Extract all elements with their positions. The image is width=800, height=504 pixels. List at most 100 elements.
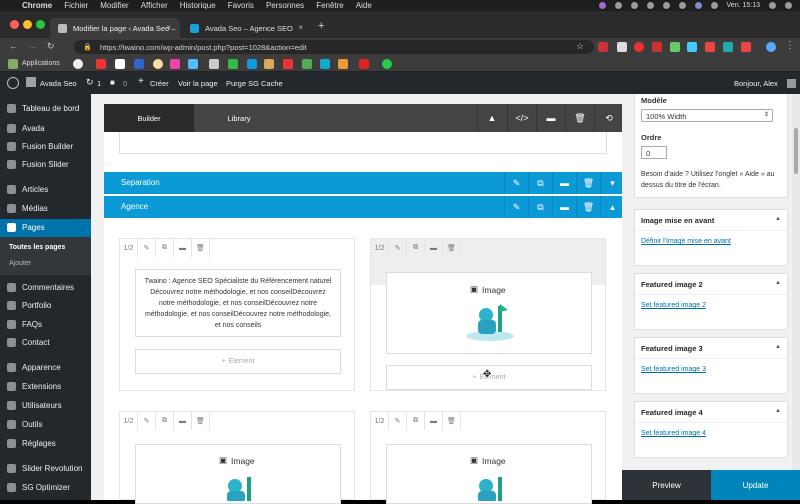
- notification-center-icon[interactable]: [785, 2, 792, 9]
- greeting[interactable]: Bonjour, Alex: [734, 79, 778, 88]
- clone-icon[interactable]: ⧉: [156, 239, 174, 257]
- sidebar-item-faqs[interactable]: FAQs: [0, 316, 91, 334]
- extension-icon[interactable]: [652, 42, 662, 52]
- plus-icon[interactable]: +: [138, 76, 144, 87]
- edit-icon[interactable]: ✎: [138, 239, 156, 257]
- clock[interactable]: Ven. 15:13: [727, 2, 760, 9]
- image-element[interactable]: ▣ Image: [135, 444, 341, 504]
- menu-aide[interactable]: Aide: [356, 1, 372, 10]
- sidebar-item-articles[interactable]: Articles: [0, 181, 91, 199]
- submenu-item[interactable]: Toutes les pages: [0, 244, 91, 251]
- extension-icon[interactable]: [741, 42, 751, 52]
- back-icon[interactable]: ←: [9, 41, 18, 51]
- edit-icon[interactable]: ✎: [504, 196, 528, 218]
- purge-cache-link[interactable]: Purge SG Cache: [226, 79, 283, 88]
- save-icon[interactable]: ▬: [425, 412, 443, 430]
- history-icon[interactable]: ⟲: [594, 104, 623, 132]
- image-element[interactable]: ▣ Image: [386, 272, 592, 354]
- new-content-link[interactable]: Créer: [150, 79, 169, 88]
- edit-icon[interactable]: ✎: [389, 412, 407, 430]
- scrollbar[interactable]: [792, 94, 800, 470]
- updates-icon[interactable]: ↻: [86, 77, 94, 88]
- save-template-icon[interactable]: ▬: [536, 104, 565, 132]
- close-window-icon[interactable]: [10, 20, 19, 29]
- set-featured-image-2-link[interactable]: Set featured image 2: [641, 302, 706, 309]
- bookmark-icon[interactable]: [264, 59, 274, 69]
- flag-icon[interactable]: [694, 2, 702, 9]
- column-size[interactable]: 1/2: [120, 239, 138, 257]
- tab-edit-page[interactable]: Modifier la page ‹ Avada Seo – ×: [50, 18, 180, 38]
- trash-icon[interactable]: 🗑: [443, 412, 461, 430]
- instagram-bookmark-icon[interactable]: [170, 59, 180, 69]
- edit-icon[interactable]: ✎: [138, 412, 156, 430]
- scrollbar-thumb[interactable]: [794, 128, 798, 174]
- menu-historique[interactable]: Historique: [180, 1, 216, 10]
- cloud-icon[interactable]: [646, 2, 654, 9]
- extension-icon[interactable]: [687, 42, 697, 52]
- clone-icon[interactable]: ⧉: [156, 412, 174, 430]
- edit-icon[interactable]: ✎: [389, 239, 407, 257]
- save-icon[interactable]: ▬: [174, 239, 192, 257]
- wordpress-logo-icon[interactable]: [7, 77, 19, 89]
- column-size[interactable]: 1/2: [371, 412, 389, 430]
- twitter-bookmark-icon[interactable]: [188, 59, 198, 69]
- bookmark-icon[interactable]: [320, 59, 330, 69]
- collapse-all-icon[interactable]: ▲: [477, 104, 506, 132]
- text-element[interactable]: Twaino : Agence SEO Spécialiste du Référ…: [135, 269, 341, 337]
- youtube-bookmark-icon[interactable]: [96, 59, 106, 69]
- sidebar-item-outils[interactable]: Outils: [0, 416, 91, 434]
- spotlight-icon[interactable]: [769, 2, 776, 9]
- view-page-link[interactable]: Voir la page: [178, 79, 218, 88]
- clone-icon[interactable]: ⧉: [528, 196, 552, 218]
- status-dropbox-icon[interactable]: [630, 2, 638, 9]
- trash-icon[interactable]: 🗑: [192, 412, 210, 430]
- menu-personnes[interactable]: Personnes: [266, 1, 304, 10]
- extension-icon[interactable]: [617, 42, 627, 52]
- clone-icon[interactable]: ⧉: [407, 239, 425, 257]
- battery-icon[interactable]: [710, 2, 718, 9]
- collapse-icon[interactable]: ▲: [775, 216, 781, 222]
- comments-count[interactable]: 0: [123, 79, 127, 88]
- sidebar-item-sg-optimizer[interactable]: SG Optimizer: [0, 479, 91, 497]
- extension-icon[interactable]: [670, 42, 680, 52]
- minimize-window-icon[interactable]: [23, 20, 32, 29]
- trash-icon[interactable]: 🗑: [192, 239, 210, 257]
- wifi-icon[interactable]: [678, 2, 686, 9]
- avatar[interactable]: [787, 79, 796, 88]
- collapse-icon[interactable]: ▲: [775, 344, 781, 350]
- clone-icon[interactable]: ⧉: [407, 412, 425, 430]
- google-bookmark-icon[interactable]: [73, 59, 83, 69]
- set-featured-image-link[interactable]: Définir l’image mise en avant: [641, 238, 731, 245]
- sidebar-item-apparence[interactable]: Apparence: [0, 359, 91, 377]
- trash-icon[interactable]: 🗑: [576, 172, 600, 194]
- image-element[interactable]: ▣ Image: [386, 444, 592, 504]
- menu-fenetre[interactable]: Fenêtre: [316, 1, 344, 10]
- sidebar-item-portfolio[interactable]: Portfolio: [0, 297, 91, 315]
- menu-app-name[interactable]: Chrome: [22, 1, 52, 10]
- linkedin-bookmark-icon[interactable]: [247, 59, 257, 69]
- sidebar-item-commentaires[interactable]: Commentaires: [0, 279, 91, 297]
- sidebar-item-contact[interactable]: Contact: [0, 334, 91, 352]
- menu-kebab-icon[interactable]: ⋮: [785, 40, 795, 51]
- bookmark-icon[interactable]: [283, 59, 293, 69]
- sidebar-item-slider-revolution[interactable]: Slider Revolution: [0, 460, 91, 478]
- trash-icon[interactable]: 🗑: [576, 196, 600, 218]
- sidebar-item-r-glages[interactable]: Réglages: [0, 435, 91, 453]
- forward-icon[interactable]: →: [28, 41, 37, 51]
- bookmark-icon[interactable]: [115, 59, 125, 69]
- save-icon[interactable]: ▬: [425, 239, 443, 257]
- delete-all-icon[interactable]: 🗑: [565, 104, 594, 132]
- bookmark-star-icon[interactable]: ☆: [576, 41, 584, 52]
- template-select[interactable]: 100% Width ⇕: [641, 109, 773, 122]
- trash-icon[interactable]: 🗑: [443, 239, 461, 257]
- order-input[interactable]: 0: [641, 146, 667, 159]
- collapse-icon[interactable]: ▲: [775, 408, 781, 414]
- section-agence[interactable]: Agence ✎ ⧉ ▬ 🗑 ▴: [104, 196, 622, 218]
- analytics-bookmark-icon[interactable]: [338, 59, 348, 69]
- bookmark-applications[interactable]: Applications: [22, 60, 60, 67]
- bookmark-icon[interactable]: [302, 59, 312, 69]
- sidebar-item-m-dias[interactable]: Médias: [0, 200, 91, 218]
- set-featured-image-3-link[interactable]: Set featured image 3: [641, 366, 706, 373]
- section-separation[interactable]: Separation ✎ ⧉ ▬ 🗑 ▾: [104, 172, 622, 194]
- apps-grid-icon[interactable]: [8, 59, 18, 69]
